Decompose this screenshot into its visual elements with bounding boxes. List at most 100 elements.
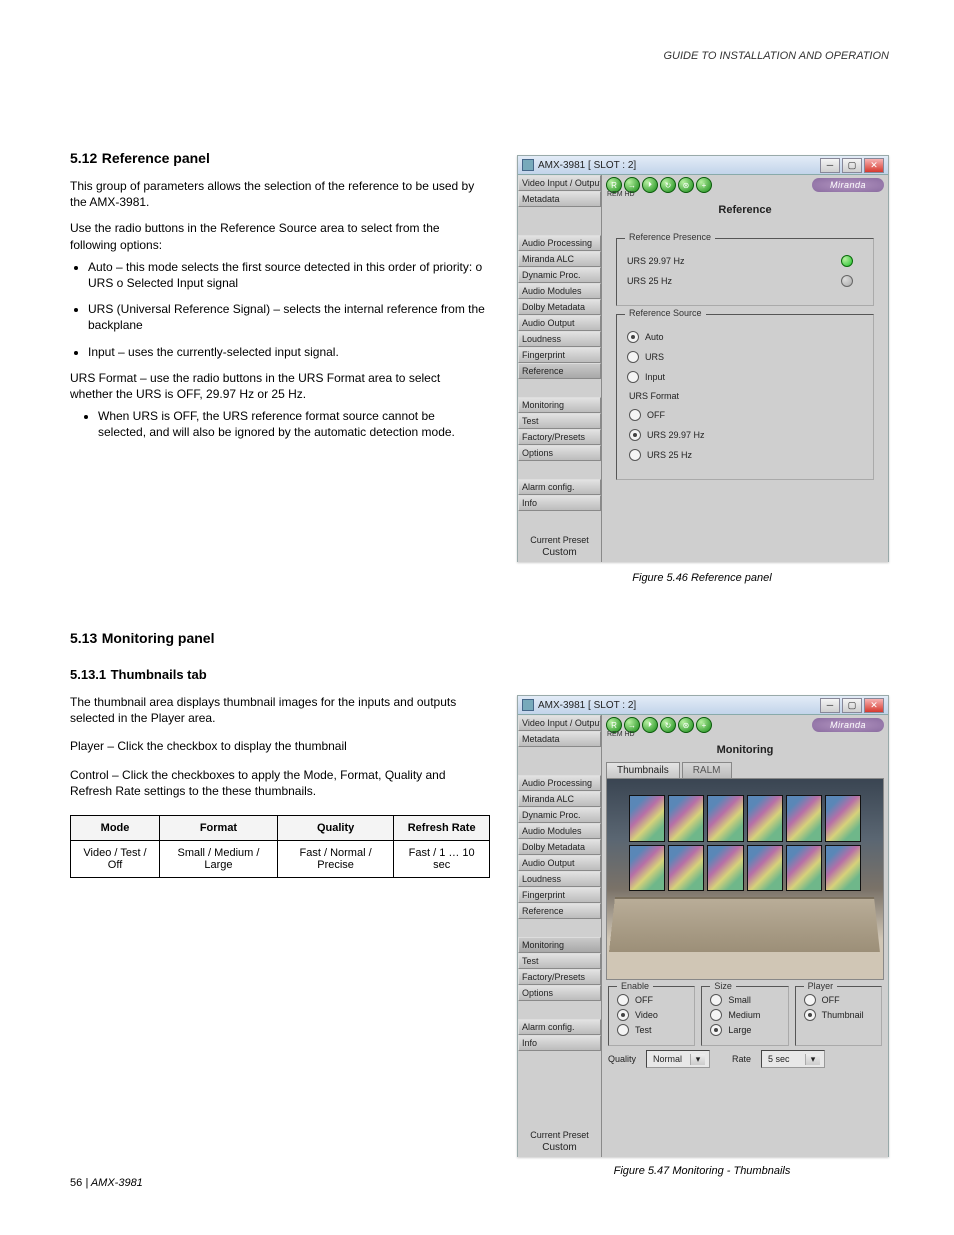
sidebar-item-info[interactable]: Info [518, 495, 601, 511]
subgroup-title: URS Format [629, 391, 863, 401]
radio-row[interactable]: Small [710, 994, 779, 1006]
urs-format-subgroup: URS Format OFF URS 29.97 Hz URS 25 Hz [629, 391, 863, 461]
sidebar-item-reference[interactable]: Reference [518, 363, 601, 379]
radio-row[interactable]: Auto [627, 331, 863, 343]
radio-urs[interactable] [627, 351, 639, 363]
sidebar-item-miranda-alc[interactable]: Miranda ALC [518, 251, 601, 267]
maximize-button[interactable]: ▢ [842, 698, 862, 713]
radio-size-large[interactable] [710, 1024, 722, 1036]
sidebar-item-audio-output[interactable]: Audio Output [518, 855, 601, 871]
sidebar-item-video-io[interactable]: Video Input / Output [518, 715, 601, 731]
sidebar-item-audio-output[interactable]: Audio Output [518, 315, 601, 331]
sidebar-item-alarm-config[interactable]: Alarm config. [518, 1019, 601, 1035]
radio-size-medium[interactable] [710, 1009, 722, 1021]
sidebar-item-audio-processing[interactable]: Audio Processing [518, 775, 601, 791]
radio-urs-off[interactable] [629, 409, 641, 421]
list-item: Auto – this mode selects the first sourc… [88, 259, 485, 291]
radio-row[interactable]: Thumbnail [804, 1009, 873, 1021]
section-title: Reference panel [102, 150, 210, 166]
tab-ralm[interactable]: RALM [682, 762, 732, 778]
sidebar-item-fingerprint[interactable]: Fingerprint [518, 347, 601, 363]
close-button[interactable]: ✕ [864, 698, 884, 713]
radio-row[interactable]: OFF [629, 409, 863, 421]
enable-group: Enable OFF Video Test [608, 986, 695, 1046]
pane-title: Monitoring [602, 744, 888, 756]
sidebar-item-factory-presets[interactable]: Factory/Presets [518, 969, 601, 985]
sidebar-item-metadata[interactable]: Metadata [518, 731, 601, 747]
radio-urs-2997[interactable] [629, 429, 641, 441]
figure-caption: Figure 5.46 Reference panel [517, 572, 887, 584]
window-titlebar[interactable]: AMX-3981 [ SLOT : 2] ─ ▢ ✕ [518, 696, 888, 715]
sidebar-item-audio-modules[interactable]: Audio Modules [518, 283, 601, 299]
radio-row[interactable]: Video [617, 1009, 686, 1021]
radio-row[interactable]: OFF [804, 994, 873, 1006]
radio-size-small[interactable] [710, 994, 722, 1006]
radio-row[interactable]: URS 25 Hz [629, 449, 863, 461]
radio-enable-off[interactable] [617, 994, 629, 1006]
radio-input[interactable] [627, 371, 639, 383]
status-icon: + [696, 717, 712, 733]
sidebar-item-video-io[interactable]: Video Input / Output [518, 175, 601, 191]
radio-auto[interactable] [627, 331, 639, 343]
radio-enable-test[interactable] [617, 1024, 629, 1036]
sidebar-item-miranda-alc[interactable]: Miranda ALC [518, 791, 601, 807]
tab-thumbnails[interactable]: Thumbnails [606, 762, 680, 778]
sidebar-item-dynamic-proc[interactable]: Dynamic Proc. [518, 807, 601, 823]
group-title: Player [804, 981, 838, 991]
reference-pane: R → ⏵ ↻ ⊛ + REM HD Miranda Reference Ref… [602, 175, 888, 562]
radio-player-thumbnail[interactable] [804, 1009, 816, 1021]
current-preset-label: Current Preset [518, 1128, 601, 1140]
radio-enable-video[interactable] [617, 1009, 629, 1021]
sidebar-item-metadata[interactable]: Metadata [518, 191, 601, 207]
sidebar-item-options[interactable]: Options [518, 985, 601, 1001]
section-num: 5.12 [70, 150, 97, 166]
bullet-list: Auto – this mode selects the first sourc… [70, 259, 485, 360]
table-header: Refresh Rate [394, 815, 490, 840]
presence-row: URS 25 Hz [627, 275, 863, 287]
window-app-icon [522, 699, 534, 711]
sidebar-item-info[interactable]: Info [518, 1035, 601, 1051]
doc-title: GUIDE TO INSTALLATION AND OPERATION [663, 50, 889, 62]
sidebar-item-monitoring[interactable]: Monitoring [518, 397, 601, 413]
sidebar-item-options[interactable]: Options [518, 445, 601, 461]
window-titlebar[interactable]: AMX-3981 [ SLOT : 2] ─ ▢ ✕ [518, 156, 888, 175]
group-title: Enable [617, 981, 653, 991]
section-num: 5.13 [70, 630, 97, 646]
sidebar-item-factory-presets[interactable]: Factory/Presets [518, 429, 601, 445]
sidebar-item-dolby-metadata[interactable]: Dolby Metadata [518, 299, 601, 315]
sidebar-item-fingerprint[interactable]: Fingerprint [518, 887, 601, 903]
rate-dropdown[interactable]: 5 sec▾ [761, 1050, 825, 1068]
maximize-button[interactable]: ▢ [842, 158, 862, 173]
paragraph: This group of parameters allows the sele… [70, 178, 485, 210]
figure-caption: Figure 5.47 Monitoring - Thumbnails [517, 1165, 887, 1177]
sidebar-item-audio-processing[interactable]: Audio Processing [518, 235, 601, 251]
sidebar-item-reference[interactable]: Reference [518, 903, 601, 919]
subsection-num: 5.13.1 [70, 667, 106, 682]
list-item: Input – uses the currently-selected inpu… [88, 344, 485, 360]
sidebar-item-monitoring[interactable]: Monitoring [518, 937, 601, 953]
subsection-title: Thumbnails tab [111, 667, 207, 682]
radio-row[interactable]: Medium [710, 1009, 779, 1021]
reference-presence-group: Reference Presence URS 29.97 Hz URS 25 H… [616, 238, 874, 306]
sidebar-item-loudness[interactable]: Loudness [518, 331, 601, 347]
radio-row[interactable]: URS [627, 351, 863, 363]
sidebar-item-test[interactable]: Test [518, 413, 601, 429]
radio-row[interactable]: Input [627, 371, 863, 383]
quality-dropdown[interactable]: Normal▾ [646, 1050, 710, 1068]
sidebar-item-test[interactable]: Test [518, 953, 601, 969]
radio-row[interactable]: URS 29.97 Hz [629, 429, 863, 441]
minimize-button[interactable]: ─ [820, 158, 840, 173]
close-button[interactable]: ✕ [864, 158, 884, 173]
radio-row[interactable]: OFF [617, 994, 686, 1006]
radio-urs-25[interactable] [629, 449, 641, 461]
radio-row[interactable]: Large [710, 1024, 779, 1036]
sidebar-item-dynamic-proc[interactable]: Dynamic Proc. [518, 267, 601, 283]
table-cell: Video / Test / Off [71, 840, 160, 877]
radio-row[interactable]: Test [617, 1024, 686, 1036]
sidebar-item-alarm-config[interactable]: Alarm config. [518, 479, 601, 495]
sidebar-item-loudness[interactable]: Loudness [518, 871, 601, 887]
minimize-button[interactable]: ─ [820, 698, 840, 713]
radio-player-off[interactable] [804, 994, 816, 1006]
sidebar-item-audio-modules[interactable]: Audio Modules [518, 823, 601, 839]
sidebar-item-dolby-metadata[interactable]: Dolby Metadata [518, 839, 601, 855]
